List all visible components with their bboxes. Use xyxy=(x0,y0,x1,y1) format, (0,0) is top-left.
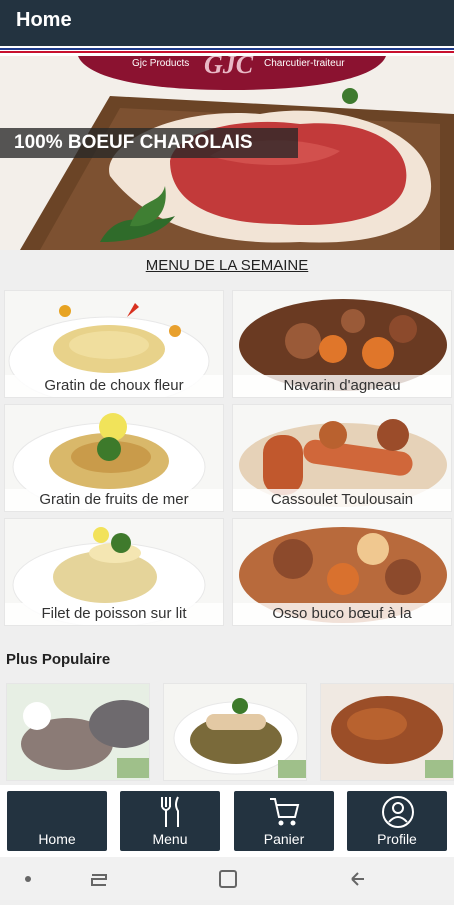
menu-card[interactable]: Gratin de fruits de mer xyxy=(4,404,224,512)
brand-logo: GJC xyxy=(204,56,254,79)
menu-card-label: Filet de poisson sur lit xyxy=(5,603,223,625)
popular-item[interactable] xyxy=(320,683,454,781)
popular-item[interactable] xyxy=(6,683,150,781)
brand-left-text: Gjc Products xyxy=(132,58,190,69)
brand-ribbon: Gjc Products GJC Charcutier-traiteur xyxy=(78,56,386,92)
bottom-navigation: Home Menu Panier Profile xyxy=(0,785,454,857)
menu-card[interactable]: Cassoulet Toulousain xyxy=(232,404,452,512)
cart-icon xyxy=(270,798,300,826)
popular-item[interactable] xyxy=(163,683,307,781)
nav-profile-button[interactable]: Profile xyxy=(347,791,447,851)
dot-icon xyxy=(25,876,31,882)
nav-menu-button[interactable]: Menu xyxy=(120,791,220,851)
nav-cart-label: Panier xyxy=(263,831,305,847)
nav-cart-button[interactable]: Panier xyxy=(234,791,334,851)
menu-card[interactable]: Gratin de choux fleur xyxy=(4,290,224,398)
menu-card-label: Gratin de choux fleur xyxy=(5,375,223,397)
nav-menu-label: Menu xyxy=(152,831,188,847)
popular-item-image xyxy=(7,684,149,780)
app-top-bar: Home xyxy=(0,0,454,46)
menu-card[interactable]: Filet de poisson sur lit xyxy=(4,518,224,626)
user-icon xyxy=(382,796,414,828)
menu-card-label: Gratin de fruits de mer xyxy=(5,489,223,511)
nav-home-label: Home xyxy=(38,831,76,847)
page-title: Home xyxy=(16,9,72,31)
menu-card-label: Navarin d'agneau xyxy=(233,375,451,397)
home-icon xyxy=(219,870,237,888)
tricolor-stripe xyxy=(0,46,454,56)
hero-banner[interactable]: Gjc Products GJC Charcutier-traiteur 100… xyxy=(0,56,454,250)
menu-card[interactable]: Osso buco bœuf à la xyxy=(232,518,452,626)
hero-caption: 100% BOEUF CHAROLAIS xyxy=(0,128,298,158)
popular-item-image xyxy=(321,684,453,780)
menu-card-label: Cassoulet Toulousain xyxy=(233,489,451,511)
system-navigation-bar xyxy=(0,857,454,900)
system-nav-icons xyxy=(25,870,364,888)
menu-card-label: Osso buco bœuf à la xyxy=(233,603,451,625)
brand-right-text: Charcutier-traiteur xyxy=(264,58,345,69)
menu-card[interactable]: Navarin d'agneau xyxy=(232,290,452,398)
nav-profile-label: Profile xyxy=(377,831,417,847)
back-icon xyxy=(351,872,364,886)
recents-icon xyxy=(91,874,107,886)
popular-section-title: Plus Populaire xyxy=(6,651,111,668)
fork-knife-icon xyxy=(161,796,179,827)
nav-home-button[interactable]: Home xyxy=(7,791,107,851)
popular-item-image xyxy=(164,684,306,780)
menu-section-title[interactable]: MENU DE LA SEMAINE xyxy=(0,257,454,274)
